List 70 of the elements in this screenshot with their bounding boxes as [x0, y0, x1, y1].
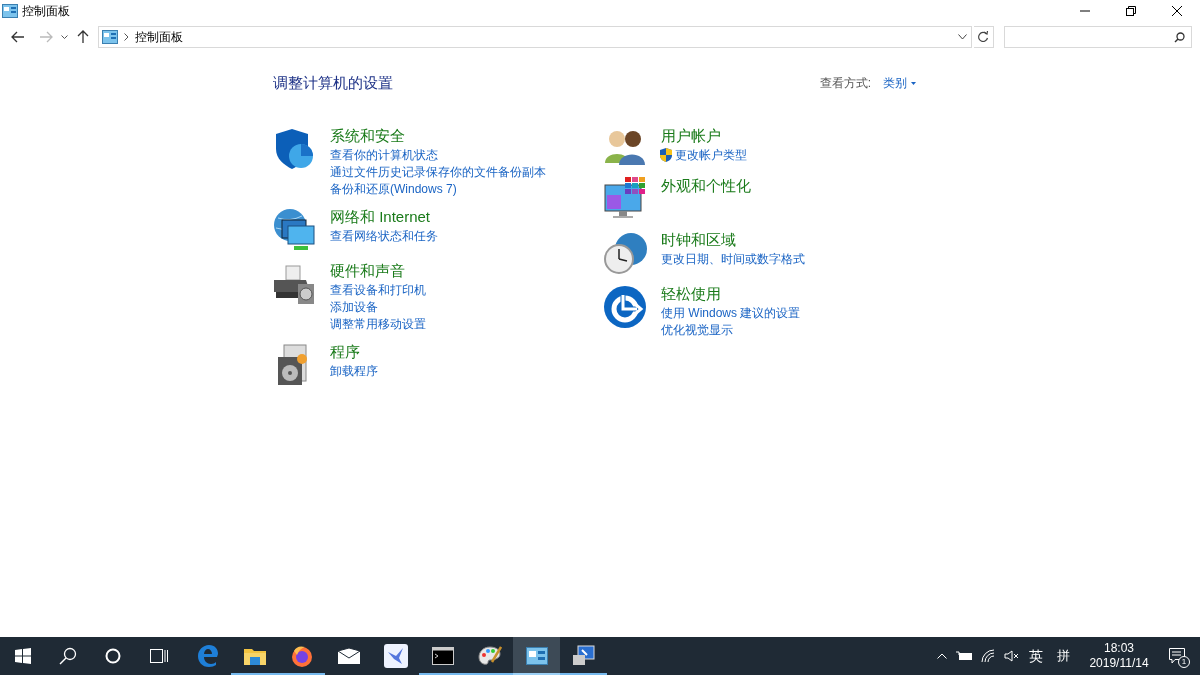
category-link[interactable]: 通过文件历史记录保存你的文件备份副本: [328, 163, 546, 181]
network-computers-icon[interactable]: [272, 207, 318, 252]
forward-arrow-icon: [38, 31, 53, 43]
window-title: 控制面板: [22, 3, 70, 20]
back-arrow-icon: [10, 31, 25, 43]
envelope-icon: [337, 648, 360, 664]
restore-icon: [1126, 6, 1136, 16]
clock[interactable]: 18:03 2019/11/14: [1084, 641, 1154, 671]
windows-logo-icon: [15, 648, 31, 664]
ime-indicator[interactable]: 拼: [1052, 646, 1074, 666]
action-center-button[interactable]: 1: [1164, 637, 1190, 675]
view-by-dropdown[interactable]: 类别: [883, 74, 916, 93]
category-title[interactable]: 硬件和声音: [330, 259, 426, 282]
browser-e-icon: [196, 645, 219, 667]
search-icon: [1174, 31, 1186, 43]
category-link[interactable]: 查看你的计算机状态: [328, 146, 438, 164]
category-link[interactable]: 查看网络状态和任务: [328, 227, 438, 245]
clock-time: 18:03: [1104, 641, 1134, 656]
caret-icon: [61, 34, 69, 40]
page-heading: 调整计算机的设置: [273, 73, 393, 93]
input-mode-indicator[interactable]: 英: [1024, 645, 1048, 667]
chevron-right-icon: [123, 33, 129, 41]
view-by-label: 查看方式:: [819, 75, 871, 93]
battery-icon: [956, 651, 972, 661]
refresh-icon: [977, 31, 989, 43]
dropdown-chevron-icon[interactable]: [957, 34, 967, 40]
search-field[interactable]: [1003, 26, 1193, 48]
control-panel-icon: [2, 4, 18, 18]
muted-speaker-icon: [1004, 650, 1020, 662]
category-title[interactable]: 外观和个性化: [661, 174, 751, 197]
bird-icon: [383, 644, 408, 668]
refresh-button[interactable]: [973, 26, 994, 48]
category-link[interactable]: 使用 Windows 建议的设置: [659, 304, 801, 322]
fox-globe-icon: [290, 645, 313, 667]
control-panel-icon: [525, 647, 548, 665]
category-link[interactable]: 更改日期、时间或数字格式: [659, 250, 805, 268]
ease-of-access-icon[interactable]: [603, 284, 647, 329]
search-icon: [59, 647, 77, 665]
category-title[interactable]: 网络和 Internet: [330, 205, 438, 228]
caret-icon: [911, 81, 916, 85]
category-link[interactable]: 添加设备: [328, 298, 378, 316]
category-title[interactable]: 时钟和区域: [661, 228, 805, 251]
category-link[interactable]: 更改帐户类型: [673, 146, 747, 164]
control-panel-icon: [101, 30, 118, 44]
wifi-icon: [981, 649, 995, 663]
address-bar[interactable]: 控制面板: [97, 26, 972, 48]
category-title[interactable]: 用户帐户: [661, 124, 747, 147]
circle-icon: [105, 648, 121, 664]
category-link[interactable]: 调整常用移动设置: [328, 315, 426, 333]
up-arrow-icon: [76, 30, 89, 44]
globe-clock-icon[interactable]: [603, 230, 649, 275]
chevron-up-icon: [937, 653, 947, 659]
taskbar-app-button[interactable]: [513, 637, 560, 675]
task-view-icon: [150, 649, 168, 663]
notification-count: 1: [1178, 656, 1190, 668]
breadcrumb[interactable]: 控制面板: [134, 28, 183, 46]
folder-icon: [243, 647, 266, 665]
category-link[interactable]: 优化视觉显示: [659, 321, 733, 339]
category-title[interactable]: 轻松使用: [661, 282, 801, 305]
category-title[interactable]: 程序: [330, 340, 378, 363]
category-link[interactable]: 卸载程序: [328, 362, 378, 380]
close-icon: [1172, 6, 1182, 16]
paint-palette-icon: [477, 645, 502, 667]
terminal-icon: [431, 647, 454, 665]
computer-icon: [571, 645, 596, 667]
clock-date: 2019/11/14: [1089, 656, 1149, 671]
speech-bubble-icon: [1169, 648, 1185, 664]
category-title[interactable]: 系统和安全: [330, 124, 546, 147]
category-link[interactable]: 备份和还原(Windows 7): [328, 180, 457, 198]
category-link[interactable]: 查看设备和打印机: [328, 281, 426, 299]
